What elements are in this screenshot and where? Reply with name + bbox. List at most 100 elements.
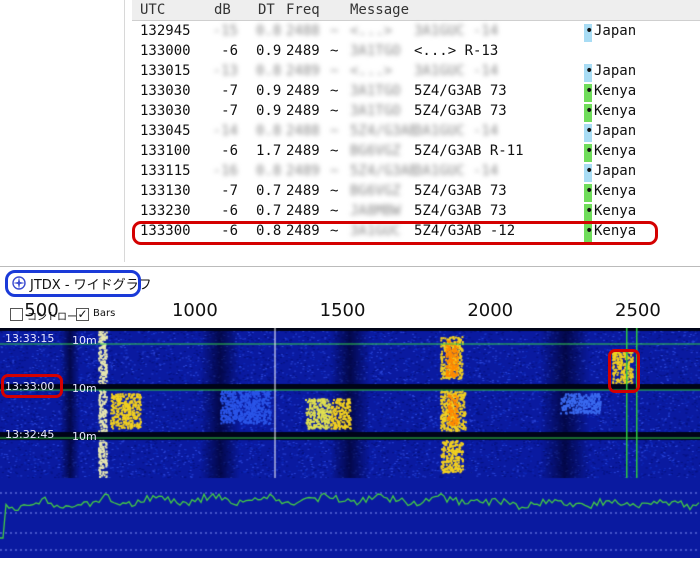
- row-sep: ~: [330, 183, 339, 199]
- row-country: • Kenya: [584, 83, 636, 103]
- row-message-rest: 3A1GUC -14: [414, 23, 499, 39]
- row-db: -15: [212, 23, 238, 39]
- left-panel: [0, 0, 125, 262]
- decode-row[interactable]: 133115 -16 0.8 2489 ~5Z4/G3AB 3A1GUC -14 • Japa…: [132, 162, 700, 182]
- row-country: • Kenya: [584, 143, 636, 163]
- row-message-call: 5Z4/G3AB: [350, 163, 418, 179]
- row-freq: 2488: [286, 23, 320, 39]
- wide-graph-window: JTDX - ワイドグラフ 500 1000 1500 2000 2500 コントロー …: [0, 266, 700, 558]
- country-dot: •: [585, 23, 594, 39]
- row-country: • Kenya: [584, 103, 636, 123]
- row-message-rest: <...> R-13: [414, 43, 499, 59]
- window-titlebar[interactable]: JTDX - ワイドグラフ: [0, 266, 700, 301]
- row-freq: 2489: [286, 203, 320, 219]
- row-db: -16: [212, 163, 238, 179]
- control-label: コントロー: [27, 312, 77, 323]
- row-message-call: 3A1TGO: [350, 83, 401, 99]
- row-message-call: BG6VGZ: [350, 183, 401, 199]
- header-utc[interactable]: UTC: [140, 2, 165, 18]
- decode-row[interactable]: 133045 -14 0.8 2488 ~5Z4/G3AB 3A1GUC -14 • Japa…: [132, 122, 700, 142]
- row-country: • Kenya: [584, 203, 636, 223]
- decode-list-header: UTC dB DT Freq Message: [132, 0, 700, 21]
- row-utc: 133030: [140, 103, 191, 119]
- row-message-call: BG6VGZ: [350, 143, 401, 159]
- decode-row[interactable]: 133130 -7 0.7 2489 ~ BG6VGZ 5Z4/G3AB 73 • Kenya: [132, 182, 700, 202]
- time-marker: 13:33:15: [5, 332, 55, 345]
- row-message-call: 3A1TGO: [350, 103, 401, 119]
- row-message-call: <...>: [350, 23, 393, 39]
- country-dot: •: [585, 63, 594, 79]
- interval-marker: 10m: [72, 430, 97, 443]
- decode-row[interactable]: 133230 -6 0.7 2489 ~ JA8MBW 5Z4/G3AB 73 • Kenya: [132, 202, 700, 222]
- row-sep: ~: [330, 143, 339, 159]
- waterfall-area[interactable]: 13:33:15 10m 13:33:00 10m 13:32:45 10m: [0, 328, 700, 558]
- row-db: -13: [212, 63, 238, 79]
- row-sep: ~: [330, 163, 339, 179]
- row-message-rest: 5Z4/G3AB 73: [414, 183, 507, 199]
- country-dot: •: [585, 203, 594, 219]
- decode-row[interactable]: 133030 -7 0.9 2489 ~3A1TGO 5Z4/G3AB 73 • Kenya: [132, 82, 700, 102]
- frequency-scale[interactable]: 500 1000 1500 2000 2500 コントロー ✓ Bars: [0, 300, 700, 362]
- row-dt: 0.8: [256, 123, 282, 139]
- row-dt: 0.8: [256, 63, 282, 79]
- freq-label: 2000: [467, 300, 514, 321]
- row-country: • Japan: [584, 163, 636, 183]
- row-country: [584, 43, 588, 63]
- country-name: Kenya: [594, 143, 637, 159]
- row-dt: 0.8: [256, 23, 282, 39]
- row-country: • Japan: [584, 63, 636, 83]
- decode-window: UTC dB DT Freq Message 132945 -15 0.8 2488 ~…: [0, 0, 700, 262]
- row-freq: 2489: [286, 63, 320, 79]
- header-message[interactable]: Message: [350, 2, 409, 18]
- row-sep: ~: [330, 123, 339, 139]
- country-dot: •: [585, 163, 594, 179]
- country-name: Japan: [594, 123, 637, 139]
- row-utc: 133030: [140, 83, 191, 99]
- header-db[interactable]: dB: [214, 2, 231, 18]
- interval-marker: 10m: [72, 382, 97, 395]
- control-checkbox[interactable]: [10, 308, 23, 321]
- highlight-ring-last-row: [132, 221, 658, 245]
- row-freq: 2489: [286, 163, 320, 179]
- row-sep: ~: [330, 203, 339, 219]
- interval-marker: 10m: [72, 334, 97, 347]
- row-message-rest: 5Z4/G3AB R-11: [414, 143, 524, 159]
- country-name: Japan: [594, 23, 637, 39]
- row-freq: 2489: [286, 143, 320, 159]
- row-dt: 0.9: [256, 103, 282, 119]
- header-dt[interactable]: DT: [258, 2, 275, 18]
- row-utc: 133100: [140, 143, 191, 159]
- decode-row[interactable]: 133015 -13 0.8 2489 ~ <...> 3A1GUC -14 • Japan: [132, 62, 700, 82]
- row-db: -6: [221, 143, 238, 159]
- row-message-rest: 3A1GUC -14: [414, 63, 499, 79]
- row-db: -14: [212, 123, 238, 139]
- country-name: Kenya: [594, 83, 637, 99]
- country-name: Kenya: [594, 203, 637, 219]
- row-sep: ~: [330, 63, 339, 79]
- row-message-rest: 5Z4/G3AB 73: [414, 83, 507, 99]
- decode-row[interactable]: 133100 -6 1.7 2489 ~ BG6VGZ 5Z4/G3AB R-11 • Keny…: [132, 142, 700, 162]
- decode-row[interactable]: 133000 -6 0.9 2489 ~3A1TGO <...> R-13: [132, 42, 700, 62]
- row-db: -6: [221, 203, 238, 219]
- row-dt: 0.8: [256, 163, 282, 179]
- bars-checkbox[interactable]: ✓: [76, 308, 89, 321]
- row-freq: 2488: [286, 123, 320, 139]
- row-freq: 2489: [286, 43, 320, 59]
- country-name: Kenya: [594, 103, 637, 119]
- row-sep: ~: [330, 103, 339, 119]
- row-dt: 1.7: [256, 143, 282, 159]
- decode-row[interactable]: 133030 -7 0.9 2489 ~3A1TGO 5Z4/G3AB 73 • Kenya: [132, 102, 700, 122]
- decode-row[interactable]: 132945 -15 0.8 2488 ~ <...> 3A1GUC -14 • Japan: [132, 22, 700, 42]
- row-utc: 133230: [140, 203, 191, 219]
- time-marker-highlight-ring: [1, 374, 63, 398]
- freq-label: 1500: [319, 300, 366, 321]
- row-utc: 133015: [140, 63, 191, 79]
- waterfall-canvas[interactable]: [0, 328, 700, 558]
- country-name: Kenya: [594, 183, 637, 199]
- header-freq[interactable]: Freq: [286, 2, 320, 18]
- row-dt: 0.7: [256, 183, 282, 199]
- country-dot: •: [585, 143, 594, 159]
- row-message-call: 3A1TGO: [350, 43, 401, 59]
- row-db: -7: [221, 83, 238, 99]
- row-utc: 133000: [140, 43, 191, 59]
